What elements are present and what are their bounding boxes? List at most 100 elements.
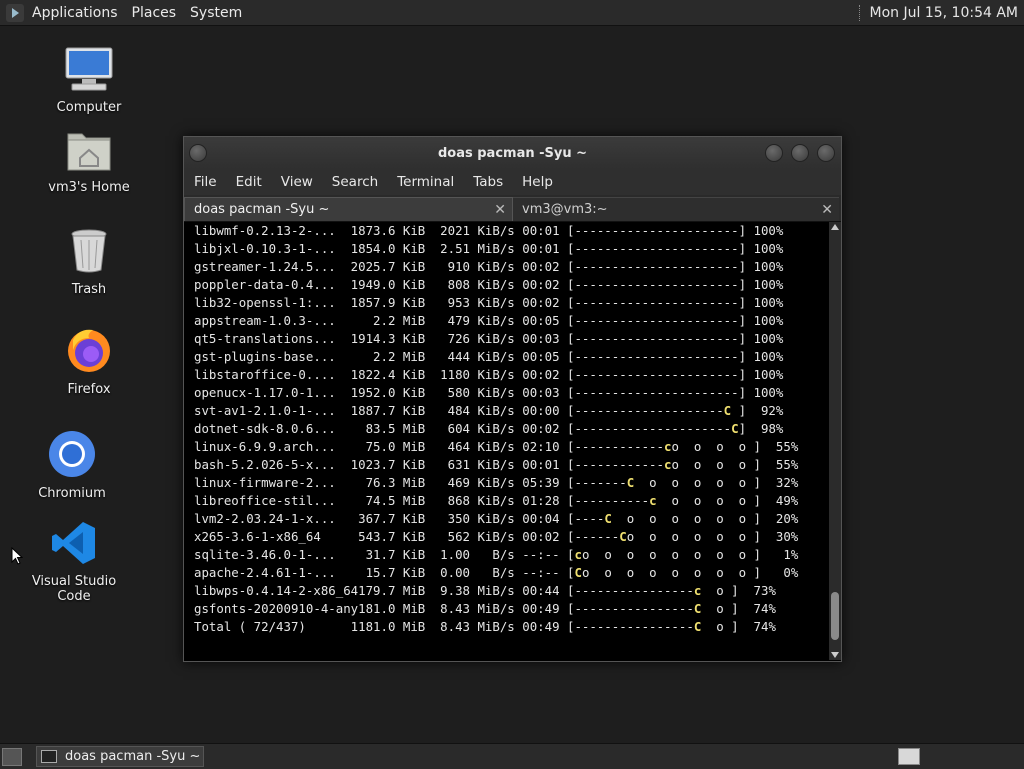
progress-bar-remaining: o ] [701,601,739,616]
progress-bar-remaining: o o o o o o o o ] [581,565,761,580]
desktop-icon-trash[interactable]: Trash [44,228,134,297]
download-percent: 100% [746,277,784,292]
download-row: linux-6.9.9.arch... 75.0 MiB 464 KiB/s 0… [194,438,798,456]
progress-bar-remaining: o o o o o o ] [626,529,761,544]
download-info: bash-5.2.026-5-x... 1023.7 KiB 631 KiB/s… [194,457,567,472]
scroll-down-icon[interactable] [831,652,839,658]
download-row: Total ( 72/437) 1181.0 MiB 8.43 MiB/s 00… [194,618,798,636]
desktop-icon-vscode[interactable]: Visual Studio Code [14,520,134,604]
scrollbar[interactable] [829,222,841,660]
desktop-icon-chromium[interactable]: Chromium [27,430,117,501]
workspace-switcher[interactable] [898,748,920,765]
menu-terminal[interactable]: Terminal [397,174,454,190]
menu-search[interactable]: Search [332,174,378,190]
download-row: libwmf-0.2.13-2-... 1873.6 KiB 2021 KiB/… [194,222,798,240]
progress-bar-remaining: o o o o ] [671,439,761,454]
download-row: appstream-1.0.3-... 2.2 MiB 479 KiB/s 00… [194,312,798,330]
download-row: apache-2.4.61-1-... 15.7 KiB 0.00 B/s --… [194,564,798,582]
window-titlebar[interactable]: doas pacman -Syu ~ [184,137,841,169]
progress-bar: [-------------------- [567,403,724,418]
download-percent: 100% [746,259,784,274]
distro-logo-icon[interactable] [6,3,24,22]
download-row: svt-av1-2.1.0-1-... 1887.7 KiB 484 KiB/s… [194,402,798,420]
maximize-button[interactable] [791,144,809,162]
progress-bar-remaining: ] [738,421,747,436]
scroll-up-icon[interactable] [831,224,839,230]
download-percent: 73% [738,583,776,598]
chromium-icon [27,430,117,482]
desktop-icon-firefox[interactable]: Firefox [44,326,134,397]
download-info: lvm2-2.03.24-1-x... 367.7 KiB 350 KiB/s … [194,511,567,526]
download-info: linux-6.9.9.arch... 75.0 MiB 464 KiB/s 0… [194,439,567,454]
desktop-icon-computer[interactable]: Computer [44,46,134,115]
progress-bar: [----------------------] [567,385,747,400]
close-button[interactable] [817,144,835,162]
download-row: x265-3.6-1-x86_64 543.7 KiB 562 KiB/s 00… [194,528,798,546]
download-info: appstream-1.0.3-... 2.2 MiB 479 KiB/s 00… [194,313,567,328]
menu-file[interactable]: File [194,174,217,190]
download-info: libwmf-0.2.13-2-... 1873.6 KiB 2021 KiB/… [194,223,567,238]
close-tab-icon[interactable]: ✕ [821,202,833,218]
progress-bar-remaining: ] [731,403,747,418]
download-percent: 0% [760,565,799,580]
download-percent: 100% [746,241,784,256]
tab-vm3[interactable]: vm3@vm3:~ ✕ [513,197,839,221]
download-info: apache-2.4.61-1-... 15.7 KiB 0.00 B/s --… [194,565,567,580]
desktop-icon-label: Trash [71,282,107,297]
pacman-progress-icon: C [723,403,732,418]
scrollbar-thumb[interactable] [831,592,839,640]
download-row: linux-firmware-2... 76.3 MiB 469 KiB/s 0… [194,474,798,492]
download-row: libwps-0.4.14-2-x86_64179.7 MiB 9.38 MiB… [194,582,798,600]
progress-bar: [---------------- [567,601,694,616]
menu-tabs[interactable]: Tabs [473,174,503,190]
minimize-button[interactable] [765,144,783,162]
show-desktop-icon[interactable] [2,747,22,766]
progress-bar-remaining: o o o o o o o o ] [581,547,761,562]
progress-bar: [----------------------] [567,277,747,292]
download-percent: 20% [760,511,799,526]
download-percent: 55% [760,439,799,454]
download-row: libreoffice-stil... 74.5 MiB 868 KiB/s 0… [194,492,798,510]
tab-label: vm3@vm3:~ [522,202,608,217]
download-percent: 30% [760,529,799,544]
tab-bar: doas pacman -Syu ~ ✕ vm3@vm3:~ ✕ [184,195,841,222]
progress-bar: [---- [567,511,605,526]
desktop-icon-label: Visual Studio Code [31,574,117,604]
download-row: openucx-1.17.0-1... 1952.0 KiB 580 KiB/s… [194,384,798,402]
download-info: gstreamer-1.24.5... 2025.7 KiB 910 KiB/s… [194,259,567,274]
progress-bar: [----------------------] [567,313,747,328]
window-menu-button[interactable] [189,144,207,162]
menu-edit[interactable]: Edit [236,174,262,190]
progress-bar: [----------------------] [567,349,747,364]
download-info: poppler-data-0.4... 1949.0 KiB 808 KiB/s… [194,277,567,292]
desktop-icon-label: Computer [56,100,122,115]
mouse-cursor-icon [11,547,23,565]
progress-bar-remaining: o o o o o o ] [611,511,761,526]
progress-bar: [------------ [567,439,664,454]
taskbar-button-terminal[interactable]: doas pacman -Syu ~ [36,746,204,767]
download-info: libreoffice-stil... 74.5 MiB 868 KiB/s 0… [194,493,567,508]
computer-icon [44,46,134,96]
menu-view[interactable]: View [281,174,313,190]
download-percent: 92% [746,403,784,418]
download-percent: 32% [760,475,799,490]
download-row: lvm2-2.03.24-1-x... 367.7 KiB 350 KiB/s … [194,510,798,528]
terminal-output[interactable]: libwmf-0.2.13-2-... 1873.6 KiB 2021 KiB/… [184,222,841,660]
pacman-progress-icon: C [619,529,627,544]
desktop-icon-home[interactable]: vm3's Home [44,128,134,195]
panel-separator [858,4,862,21]
terminal-icon [41,750,57,763]
tab-doas-pacman[interactable]: doas pacman -Syu ~ ✕ [184,197,513,221]
terminal-window[interactable]: doas pacman -Syu ~ File Edit View Search… [183,136,842,662]
download-row: libstaroffice-0.... 1822.4 KiB 1180 KiB/… [194,366,798,384]
menu-system[interactable]: System [190,5,242,21]
close-tab-icon[interactable]: ✕ [494,202,506,218]
menu-applications[interactable]: Applications [32,5,118,21]
menu-help[interactable]: Help [522,174,553,190]
window-title: doas pacman -Syu ~ [437,145,588,161]
clock[interactable]: Mon Jul 15, 10:54 AM [870,5,1018,21]
progress-bar: [----------------------] [567,259,747,274]
menu-places[interactable]: Places [132,5,177,21]
download-percent: 49% [760,493,799,508]
progress-bar: [----------------------] [567,331,747,346]
